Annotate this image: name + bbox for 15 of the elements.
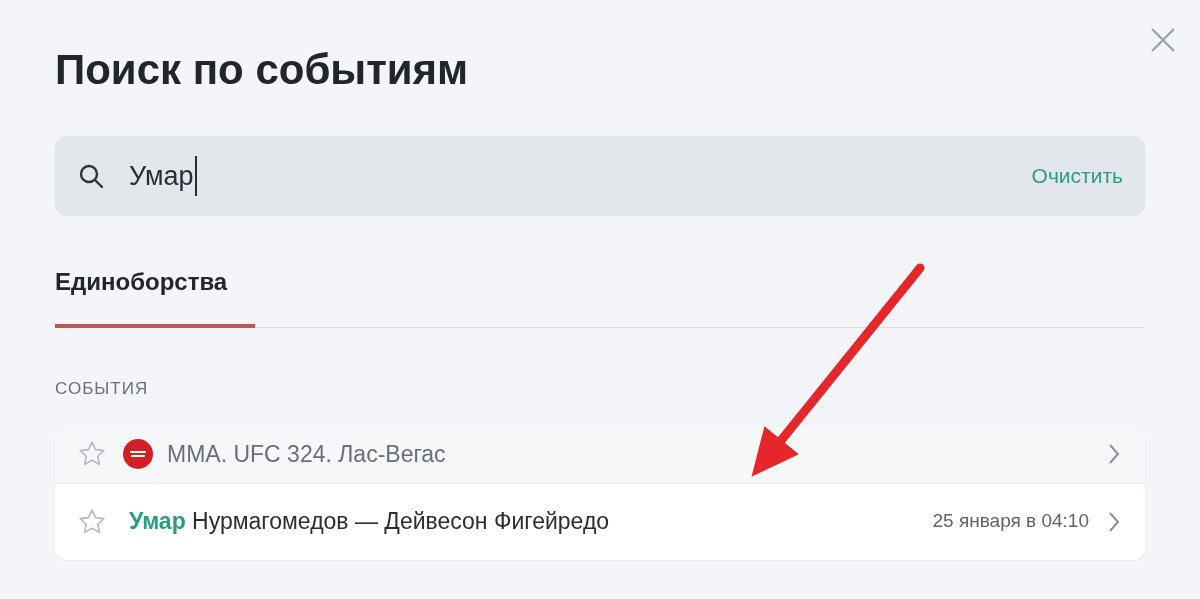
close-icon[interactable] <box>1150 27 1176 53</box>
search-field[interactable]: Умар Очистить <box>55 136 1145 216</box>
search-text: Умар <box>129 155 197 197</box>
event-time: 25 января в 04:10 <box>932 509 1089 534</box>
chevron-right-icon <box>1107 510 1121 533</box>
section-label: СОБЫТИЯ <box>55 378 150 400</box>
chevron-right-icon <box>1107 443 1121 465</box>
logo-icon <box>123 439 153 469</box>
tournament-name: ММА. UFC 324. Лас-Вегас <box>167 439 446 469</box>
search-icon <box>77 162 105 190</box>
category-tab[interactable]: Единоборства <box>55 264 255 328</box>
event-name: Умар Нурмагомедов — Дейвесон Фигейредо <box>129 507 610 537</box>
dialog-title: Поиск по событиям <box>55 45 469 95</box>
event-row[interactable]: Умар Нурмагомедов — Дейвесон Фигейредо 25 января в 04:10 <box>55 483 1145 560</box>
tournament-row[interactable]: ММА. UFC 324. Лас-Вегас <box>55 425 1145 484</box>
